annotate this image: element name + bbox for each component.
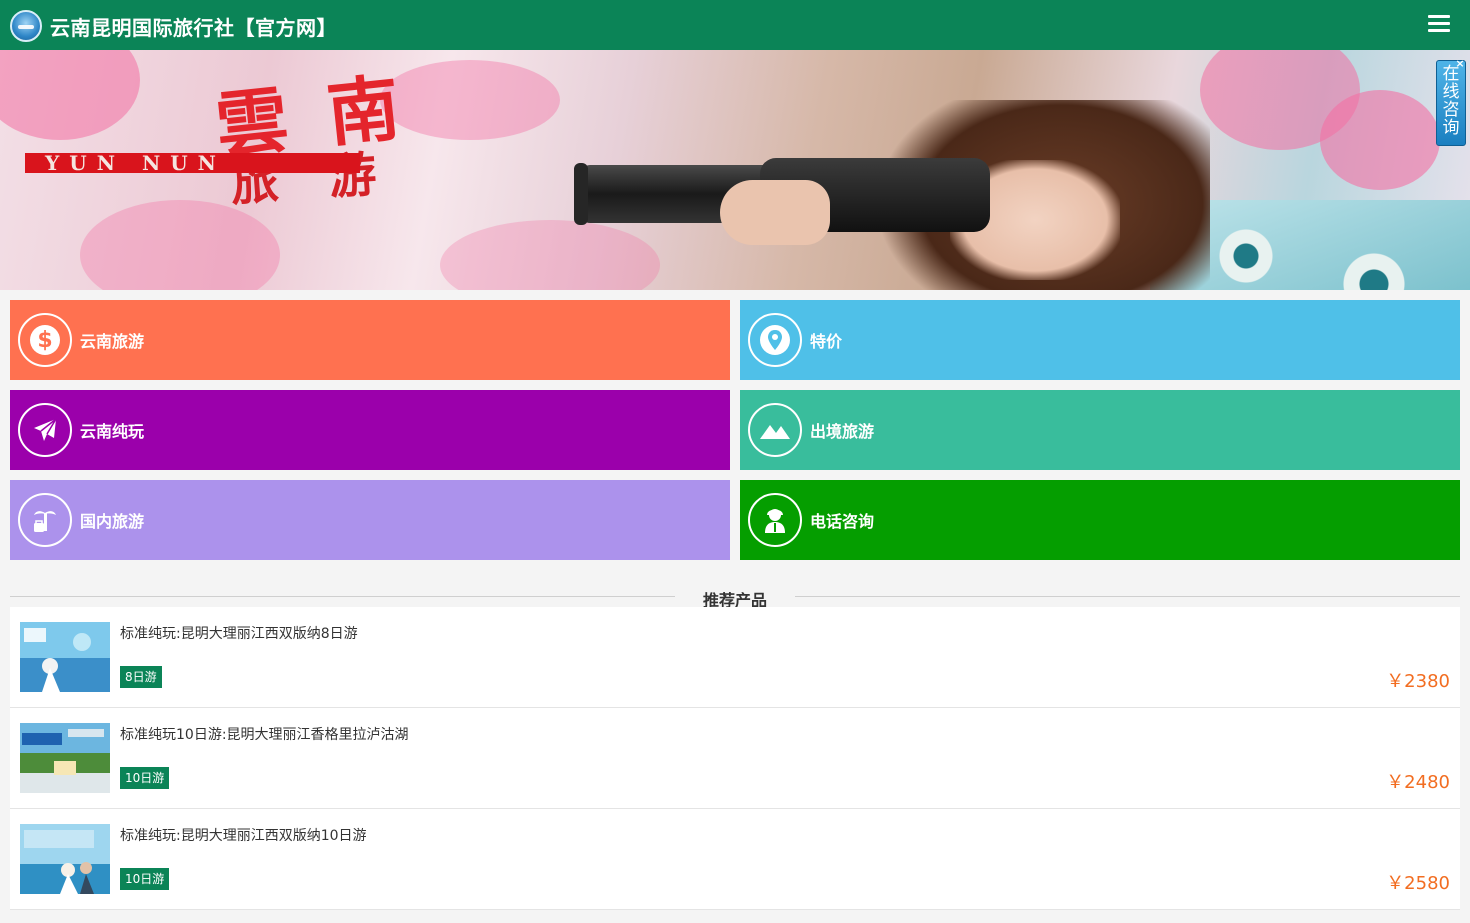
product-item[interactable]: 标准纯玩10日游:昆明大理丽江香格里拉泸沽湖 10日游 ￥2480: [10, 708, 1460, 809]
product-title[interactable]: 标准纯玩:昆明大理丽江西双版纳10日游: [120, 825, 367, 845]
banner-subline: 旅游: [228, 143, 429, 213]
tile-label: 云南纯玩: [80, 422, 145, 441]
tile-domestic-travel[interactable]: 国内旅游: [10, 480, 730, 560]
svg-text:$: $: [37, 328, 52, 353]
tile-yunnan-pure-tour[interactable]: 云南纯玩: [10, 390, 730, 470]
map-pin-icon: [748, 313, 802, 367]
duration-badge: 10日游: [120, 868, 170, 890]
close-icon[interactable]: ×: [1454, 58, 1466, 70]
hamburger-menu-icon[interactable]: [1428, 15, 1450, 33]
top-header: 云南昆明国际旅行社【官方网】: [0, 0, 1470, 50]
tile-label: 电话咨询: [810, 512, 875, 531]
product-price: ￥2480: [1386, 772, 1450, 793]
product-item[interactable]: 标准纯玩:昆明大理丽江西双版纳8日游 8日游 ￥2380: [10, 607, 1460, 708]
banner-strip-text: YUN NUN: [25, 153, 360, 173]
globe-logo-icon[interactable]: [10, 10, 42, 42]
airplane-icon: [18, 403, 72, 457]
tile-label: 云南旅游: [80, 332, 145, 351]
tile-special-price[interactable]: 特价: [740, 300, 1460, 380]
product-thumbnail[interactable]: [20, 723, 110, 793]
section-heading: 推荐产品: [10, 584, 1460, 610]
site-title[interactable]: 云南昆明国际旅行社【官方网】: [50, 12, 337, 41]
customer-service-icon: [748, 493, 802, 547]
product-thumbnail[interactable]: [20, 622, 110, 692]
tile-label: 出境旅游: [810, 422, 875, 441]
tile-yunnan-travel[interactable]: $ 云南旅游: [10, 300, 730, 380]
product-thumbnail[interactable]: [20, 824, 110, 894]
tile-outbound-travel[interactable]: 出境旅游: [740, 390, 1460, 470]
product-title[interactable]: 标准纯玩:昆明大理丽江西双版纳8日游: [120, 623, 358, 643]
recommended-section: 推荐产品 标准纯玩:昆明大理丽江西双版纳8日游 8日游 ￥2380 标准纯玩10…: [0, 570, 1470, 923]
palm-luggage-icon: [18, 493, 72, 547]
dollar-icon: $: [18, 313, 72, 367]
tile-label: 国内旅游: [80, 512, 145, 531]
tile-phone-consult[interactable]: 电话咨询: [740, 480, 1460, 560]
mountain-icon: [748, 403, 802, 457]
duration-badge: 8日游: [120, 666, 162, 688]
product-price: ￥2380: [1386, 671, 1450, 692]
product-title[interactable]: 标准纯玩10日游:昆明大理丽江香格里拉泸沽湖: [120, 724, 409, 744]
hero-banner[interactable]: 雲南 旅游 YUN NUN: [0, 50, 1470, 290]
online-consult-button[interactable]: 在线咨询: [1436, 60, 1466, 146]
product-item[interactable]: 标准纯玩:昆明大理丽江西双版纳10日游 10日游 ￥2580: [10, 809, 1460, 910]
duration-badge: 10日游: [120, 767, 170, 789]
product-list: 标准纯玩:昆明大理丽江西双版纳8日游 8日游 ￥2380 标准纯玩10日游:昆明…: [10, 607, 1460, 910]
product-price: ￥2580: [1386, 873, 1450, 894]
tile-label: 特价: [810, 332, 843, 351]
